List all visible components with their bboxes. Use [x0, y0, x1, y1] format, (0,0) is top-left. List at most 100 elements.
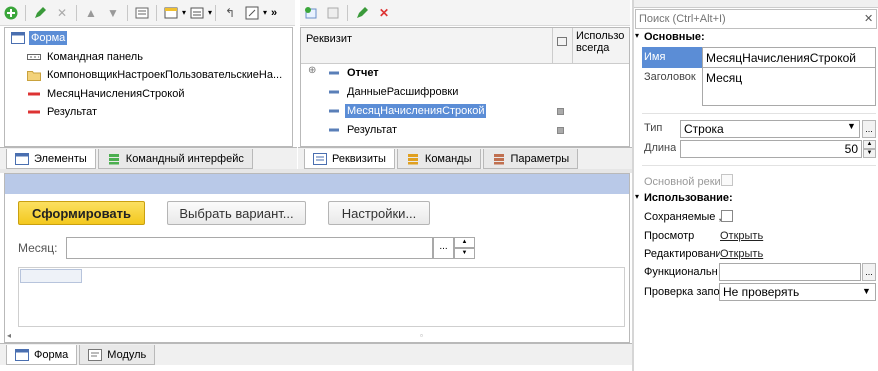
tree-item-result[interactable]: Результат [27, 103, 97, 121]
stack-icon [108, 153, 119, 164]
collapse-icon[interactable]: ▾ [635, 31, 639, 40]
command-panel-icon [27, 54, 41, 60]
tab-module[interactable]: Модуль [79, 345, 156, 365]
delete-icon[interactable]: ✕ [54, 5, 70, 21]
add-icon[interactable] [3, 5, 19, 21]
commands-icon [407, 153, 418, 164]
tab-command-interface[interactable]: Командный интерфейс [97, 149, 253, 169]
title-field[interactable]: Месяц [702, 67, 876, 106]
attribute-row-result[interactable]: Результат [327, 121, 397, 139]
tab-elements[interactable]: Элементы [6, 149, 96, 169]
view-open-link[interactable]: Открыть [720, 230, 763, 242]
attribute-row-details-data[interactable]: ДанныеРасшифровки [327, 83, 458, 101]
tree-item-month-field[interactable]: МесяцНачисленияСтрокой [27, 85, 184, 103]
use-always-checkbox[interactable] [557, 127, 564, 134]
tree-item-command-panel[interactable]: Командная панель [27, 48, 143, 66]
scroll-grip-icon[interactable]: ▫ [420, 331, 423, 340]
dropdown-arrow-icon[interactable]: ▾ [208, 8, 212, 17]
move-down-icon[interactable]: ▼ [105, 5, 121, 21]
section-use-header[interactable]: Использование: [644, 192, 733, 204]
tree-item-form[interactable]: Форма [11, 29, 68, 47]
settings-button[interactable]: Настройки... [328, 201, 430, 225]
tab-label: Параметры [510, 152, 570, 165]
edit-label: Редактирование [644, 248, 720, 260]
elements-toolbar: ✕ ▲ ▼ ▾ ▾ ↰ ▾ » [0, 0, 295, 26]
form-icon [11, 32, 25, 44]
layout-icon[interactable] [189, 5, 205, 21]
tab-commands[interactable]: Команды [396, 149, 481, 169]
collapse-icon[interactable]: ▾ [635, 192, 639, 201]
column-header-use-always[interactable]: Использо всегда [576, 30, 626, 54]
field-icon [28, 110, 40, 114]
type-dropdown-icon[interactable]: ▼ [847, 121, 856, 131]
expand-icon[interactable]: ⊕ [308, 65, 316, 76]
tree-item-label: Форма [29, 31, 68, 45]
form-view-icon[interactable] [134, 5, 150, 21]
selected-cell[interactable] [20, 269, 82, 283]
generate-button[interactable]: Сформировать [18, 201, 145, 225]
month-input[interactable] [66, 237, 433, 259]
name-field[interactable]: МесяцНачисленияСтрокой [702, 47, 876, 68]
window-icon[interactable] [163, 5, 179, 21]
tab-attributes[interactable]: Реквизиты [304, 149, 395, 169]
result-spreadsheet[interactable] [18, 267, 625, 327]
tree-item-label: КомпоновщикНастроекПользовательскиеНа... [47, 69, 283, 81]
length-spin-down[interactable]: ▼ [863, 149, 876, 158]
tab-form[interactable]: Форма [6, 345, 78, 365]
resize-icon[interactable] [244, 5, 260, 21]
month-select-button[interactable]: ... [433, 237, 454, 259]
check-label: Проверка запо [644, 286, 719, 298]
attributes-toolbar: ✕ [300, 0, 630, 26]
editor-tabs: Форма Модуль [0, 343, 632, 365]
properties-search-input[interactable] [636, 10, 860, 28]
attribute-row-month[interactable]: МесяцНачисленияСтрокой [327, 102, 487, 120]
spin-up-button[interactable]: ▲ [454, 237, 475, 248]
attribute-icon [329, 90, 339, 94]
add-column-icon[interactable] [325, 5, 341, 21]
section-main-header[interactable]: Основные: [644, 31, 705, 43]
attribute-row-report[interactable]: Отчет [327, 64, 379, 82]
dropdown-arrow-icon[interactable]: ▾ [263, 8, 267, 17]
attribute-icon [329, 109, 339, 113]
scroll-left-icon[interactable]: ◂ [7, 331, 11, 340]
column-header-requisite[interactable]: Реквизит [306, 33, 352, 45]
spin-down-button[interactable]: ▼ [454, 248, 475, 259]
type-field[interactable]: Строка [680, 120, 860, 138]
delete-icon[interactable]: ✕ [376, 5, 392, 21]
tab-label: Модуль [107, 348, 147, 361]
length-spin-up[interactable]: ▲ [863, 140, 876, 149]
edit-open-link[interactable]: Открыть [720, 248, 763, 260]
check-fill-field[interactable]: Не проверять [719, 283, 876, 301]
edit-icon[interactable] [32, 5, 48, 21]
attribute-icon [329, 71, 339, 75]
clear-search-icon[interactable]: ✕ [864, 12, 873, 25]
add-attribute-icon[interactable] [303, 5, 319, 21]
dropdown-arrow-icon[interactable]: ▾ [182, 8, 186, 17]
main-requisite-checkbox[interactable] [721, 174, 733, 186]
more-button[interactable]: » [271, 7, 277, 19]
length-field[interactable]: 50 [680, 140, 862, 158]
panel-divider[interactable] [632, 0, 634, 371]
column-divider [572, 28, 573, 64]
move-up-icon[interactable]: ▲ [83, 5, 99, 21]
form-icon [15, 348, 29, 361]
separator [127, 4, 128, 21]
folder-icon [27, 71, 41, 81]
select-variant-button[interactable]: Выбрать вариант... [167, 201, 306, 225]
separator [347, 4, 348, 21]
type-select-button[interactable]: ... [862, 120, 876, 138]
tab-parameters[interactable]: Параметры [482, 149, 579, 169]
check-dropdown-icon[interactable]: ▼ [862, 286, 871, 296]
view-label: Просмотр [644, 230, 695, 242]
separator [25, 4, 26, 21]
edit-icon[interactable] [354, 5, 370, 21]
saved-checkbox[interactable] [721, 210, 733, 222]
tree-item-label: Командная панель [47, 51, 143, 63]
link-icon[interactable]: ↰ [222, 5, 238, 21]
functional-options-field[interactable] [719, 263, 861, 281]
functional-select-button[interactable]: ... [862, 263, 876, 281]
use-always-checkbox[interactable] [557, 108, 564, 115]
tree-item-settings-composer[interactable]: КомпоновщикНастроекПользовательскиеНа... [27, 66, 292, 84]
type-label: Тип [644, 122, 663, 134]
tab-label: Реквизиты [332, 152, 386, 165]
